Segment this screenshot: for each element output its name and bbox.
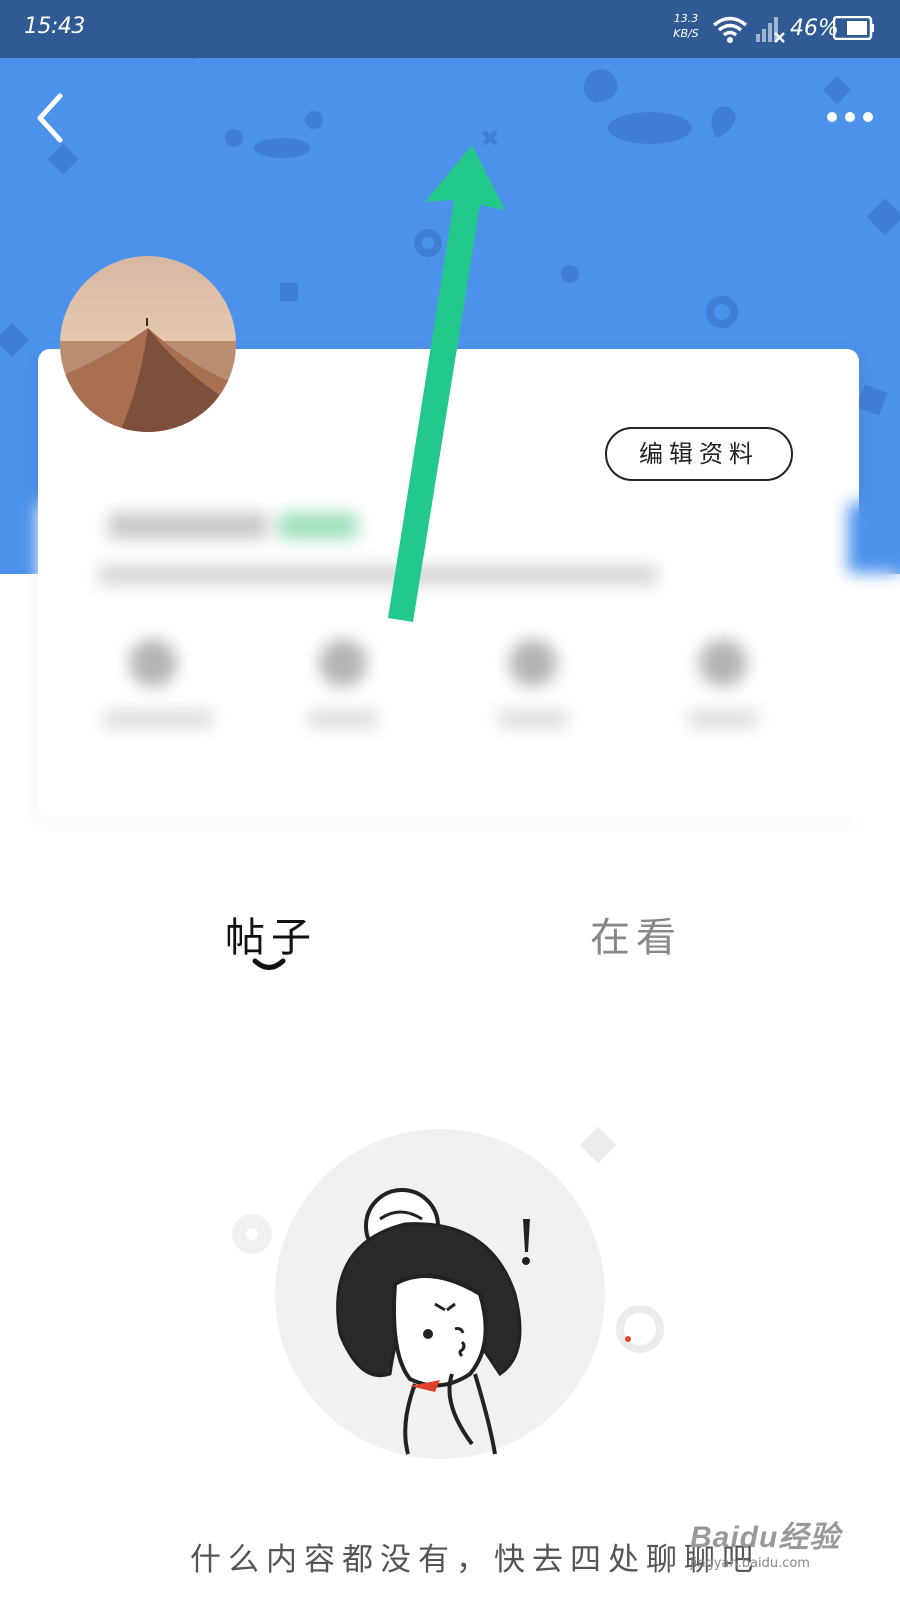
status-bar: 15:43 13.3 KB/S 46%: [0, 0, 900, 58]
more-dots-icon[interactable]: [824, 106, 876, 128]
tab-posts[interactable]: 帖子: [225, 905, 317, 963]
empty-state-message: 什么内容都没有，快去四处聊聊吧: [190, 1542, 760, 1578]
network-speed-unit: KB/S: [673, 27, 699, 40]
back-chevron-icon[interactable]: [32, 92, 68, 144]
edit-profile-button[interactable]: 编辑资料: [605, 427, 793, 481]
annotation-arrow-icon: [388, 145, 505, 622]
signal-icon: [756, 17, 785, 43]
wifi-icon: [712, 16, 748, 43]
tab-watching[interactable]: 在看: [590, 905, 682, 963]
network-speed: 13.3 KB/S: [666, 11, 706, 41]
avatar-desert-image: [60, 256, 236, 432]
tab-active-indicator: [252, 958, 286, 970]
battery-percent: 46%: [790, 16, 839, 41]
battery-icon: [833, 16, 874, 40]
empty-state-illustration: [232, 1126, 664, 1459]
watermark-brand: Baidu经验: [690, 1521, 841, 1554]
watermark-url: jingyan.baidu.com: [690, 1556, 810, 1571]
network-speed-value: 13.3: [673, 12, 699, 25]
avatar[interactable]: [60, 256, 236, 432]
status-time: 15:43: [24, 14, 85, 39]
